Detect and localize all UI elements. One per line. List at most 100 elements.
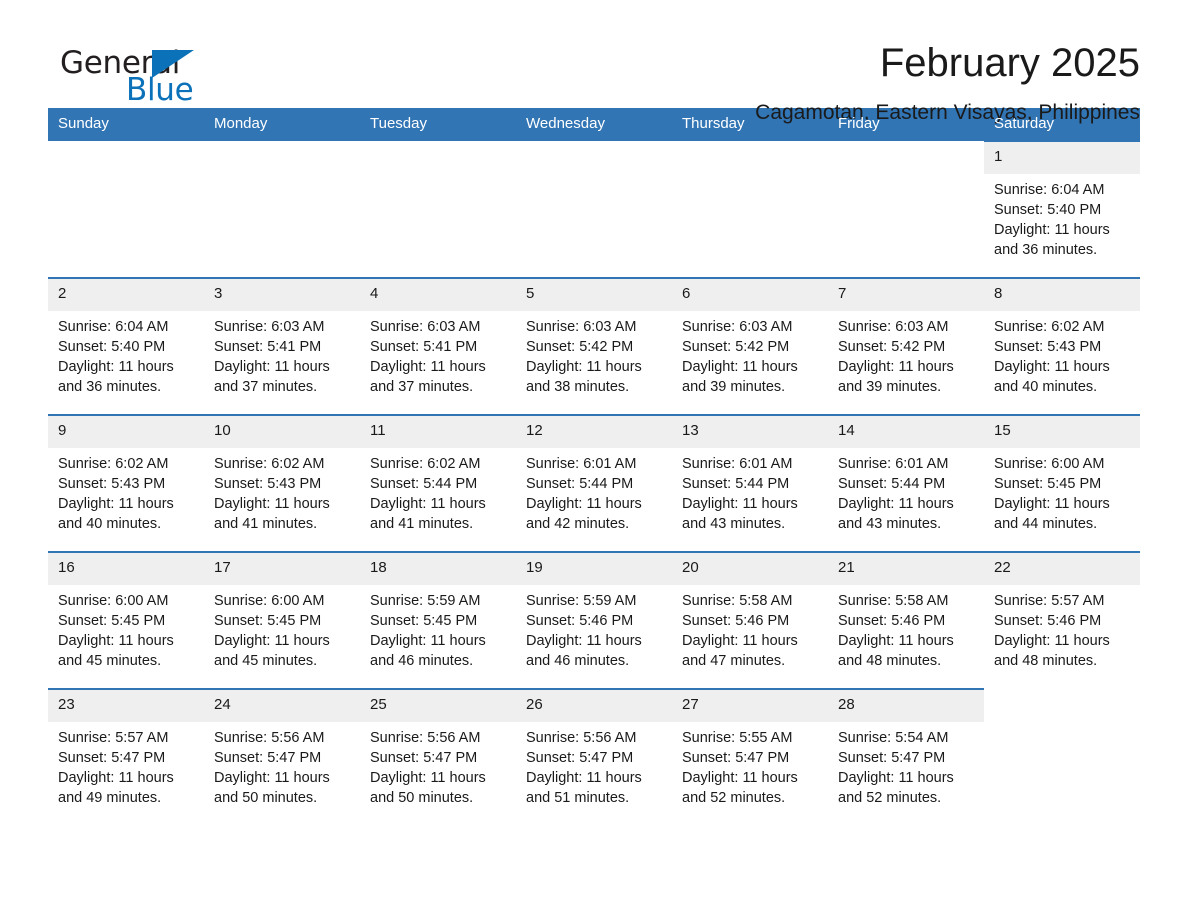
daylight-duration-line2: and 50 minutes. — [370, 790, 474, 806]
daylight-duration-line1: Daylight: 11 hours — [682, 770, 798, 786]
day-number: 24 — [204, 690, 360, 722]
day-number: 8 — [984, 279, 1140, 311]
daylight-duration-line2: and 36 minutes. — [58, 379, 162, 395]
sunrise-time: Sunrise: 6:00 AM — [214, 593, 325, 609]
sunset-time: Sunset: 5:47 PM — [682, 750, 790, 766]
day-number: 20 — [672, 553, 828, 585]
daylight-duration-line1: Daylight: 11 hours — [994, 359, 1110, 375]
calendar-day-cell[interactable]: 4 Sunrise: 6:03 AM Sunset: 5:41 PM Daylight… — [360, 277, 516, 415]
calendar-day-cell[interactable]: 1 Sunrise: 6:04 AM Sunset: 5:40 PM Daylight… — [984, 140, 1140, 278]
daylight-duration-line2: and 52 minutes. — [838, 790, 942, 806]
sunrise-time: Sunrise: 6:02 AM — [58, 456, 169, 472]
sunrise-time: Sunrise: 6:02 AM — [214, 456, 325, 472]
daylight-duration-line2: and 42 minutes. — [526, 516, 630, 532]
day-details: Sunrise: 6:00 AM Sunset: 5:45 PM Daylight:… — [48, 585, 204, 671]
day-number: 4 — [360, 279, 516, 311]
sunset-time: Sunset: 5:44 PM — [526, 476, 634, 492]
sunset-time: Sunset: 5:44 PM — [370, 476, 478, 492]
day-details: Sunrise: 5:59 AM Sunset: 5:46 PM Daylight:… — [516, 585, 672, 671]
sunrise-time: Sunrise: 6:03 AM — [370, 319, 481, 335]
calendar-day-cell[interactable]: 15 Sunrise: 6:00 AM Sunset: 5:45 PM Dayligh… — [984, 414, 1140, 552]
calendar-day-cell[interactable]: 27 Sunrise: 5:55 AM Sunset: 5:47 PM Dayligh… — [672, 688, 828, 825]
day-details: Sunrise: 6:02 AM Sunset: 5:43 PM Daylight:… — [48, 448, 204, 534]
calendar-day-cell[interactable]: 24 Sunrise: 5:56 AM Sunset: 5:47 PM Dayligh… — [204, 688, 360, 825]
daylight-duration-line1: Daylight: 11 hours — [838, 633, 954, 649]
day-details: Sunrise: 6:00 AM Sunset: 5:45 PM Daylight:… — [984, 448, 1140, 534]
daylight-duration-line2: and 49 minutes. — [58, 790, 162, 806]
calendar-day-cell[interactable]: 7 Sunrise: 6:03 AM Sunset: 5:42 PM Daylight… — [828, 277, 984, 415]
sunset-time: Sunset: 5:47 PM — [526, 750, 634, 766]
daylight-duration-line2: and 40 minutes. — [58, 516, 162, 532]
day-number: 5 — [516, 279, 672, 311]
day-details: Sunrise: 6:03 AM Sunset: 5:41 PM Daylight:… — [204, 311, 360, 397]
sunrise-time: Sunrise: 5:56 AM — [526, 730, 637, 746]
sunset-time: Sunset: 5:41 PM — [370, 339, 478, 355]
sunset-time: Sunset: 5:42 PM — [838, 339, 946, 355]
calendar-empty-cell — [204, 141, 360, 278]
calendar-day-cell[interactable]: 12 Sunrise: 6:01 AM Sunset: 5:44 PM Dayligh… — [516, 414, 672, 552]
day-number: 25 — [360, 690, 516, 722]
daylight-duration-line2: and 46 minutes. — [370, 653, 474, 669]
day-details: Sunrise: 6:03 AM Sunset: 5:42 PM Daylight:… — [516, 311, 672, 397]
sunrise-time: Sunrise: 6:03 AM — [526, 319, 637, 335]
day-details: Sunrise: 6:01 AM Sunset: 5:44 PM Daylight:… — [672, 448, 828, 534]
daylight-duration-line2: and 45 minutes. — [58, 653, 162, 669]
calendar-empty-cell — [828, 141, 984, 278]
day-details: Sunrise: 6:01 AM Sunset: 5:44 PM Daylight:… — [828, 448, 984, 534]
calendar-week-row: 2 Sunrise: 6:04 AM Sunset: 5:40 PM Daylight… — [48, 277, 1140, 415]
calendar-day-cell[interactable]: 9 Sunrise: 6:02 AM Sunset: 5:43 PM Daylight… — [48, 414, 204, 552]
day-number: 16 — [48, 553, 204, 585]
calendar-day-cell[interactable]: 13 Sunrise: 6:01 AM Sunset: 5:44 PM Dayligh… — [672, 414, 828, 552]
calendar-day-cell[interactable]: 26 Sunrise: 5:56 AM Sunset: 5:47 PM Dayligh… — [516, 688, 672, 825]
sunrise-sunset-calendar: Sunday Monday Tuesday Wednesday Thursday… — [48, 108, 1140, 825]
day-details: Sunrise: 5:58 AM Sunset: 5:46 PM Daylight:… — [828, 585, 984, 671]
daylight-duration-line2: and 48 minutes. — [994, 653, 1098, 669]
day-number: 10 — [204, 416, 360, 448]
calendar-day-cell[interactable]: 5 Sunrise: 6:03 AM Sunset: 5:42 PM Daylight… — [516, 277, 672, 415]
calendar-week-row: 9 Sunrise: 6:02 AM Sunset: 5:43 PM Daylight… — [48, 414, 1140, 552]
day-details: Sunrise: 5:55 AM Sunset: 5:47 PM Daylight:… — [672, 722, 828, 808]
sunset-time: Sunset: 5:45 PM — [58, 613, 166, 629]
calendar-day-cell[interactable]: 21 Sunrise: 5:58 AM Sunset: 5:46 PM Dayligh… — [828, 551, 984, 689]
calendar-day-cell[interactable]: 23 Sunrise: 5:57 AM Sunset: 5:47 PM Dayligh… — [48, 688, 204, 825]
sunrise-time: Sunrise: 6:02 AM — [994, 319, 1105, 335]
calendar-day-cell[interactable]: 8 Sunrise: 6:02 AM Sunset: 5:43 PM Daylight… — [984, 277, 1140, 415]
calendar-day-cell[interactable]: 11 Sunrise: 6:02 AM Sunset: 5:44 PM Dayligh… — [360, 414, 516, 552]
day-number: 17 — [204, 553, 360, 585]
day-number: 9 — [48, 416, 204, 448]
sunrise-time: Sunrise: 5:54 AM — [838, 730, 949, 746]
sunset-time: Sunset: 5:40 PM — [994, 202, 1102, 218]
calendar-day-cell[interactable]: 16 Sunrise: 6:00 AM Sunset: 5:45 PM Dayligh… — [48, 551, 204, 689]
day-details: Sunrise: 6:04 AM Sunset: 5:40 PM Daylight:… — [984, 174, 1140, 260]
day-number: 7 — [828, 279, 984, 311]
weekday-header-tuesday: Tuesday — [360, 108, 516, 141]
sunset-time: Sunset: 5:45 PM — [214, 613, 322, 629]
calendar-day-cell[interactable]: 3 Sunrise: 6:03 AM Sunset: 5:41 PM Daylight… — [204, 277, 360, 415]
sunrise-time: Sunrise: 6:04 AM — [994, 182, 1105, 198]
daylight-duration-line2: and 39 minutes. — [838, 379, 942, 395]
day-details: Sunrise: 6:04 AM Sunset: 5:40 PM Daylight:… — [48, 311, 204, 397]
daylight-duration-line2: and 50 minutes. — [214, 790, 318, 806]
sunset-time: Sunset: 5:46 PM — [682, 613, 790, 629]
weekday-header-monday: Monday — [204, 108, 360, 141]
day-number — [360, 141, 516, 173]
calendar-day-cell[interactable]: 10 Sunrise: 6:02 AM Sunset: 5:43 PM Dayligh… — [204, 414, 360, 552]
sunrise-time: Sunrise: 5:56 AM — [370, 730, 481, 746]
calendar-day-cell[interactable]: 22 Sunrise: 5:57 AM Sunset: 5:46 PM Dayligh… — [984, 551, 1140, 689]
daylight-duration-line2: and 41 minutes. — [214, 516, 318, 532]
calendar-day-cell[interactable]: 20 Sunrise: 5:58 AM Sunset: 5:46 PM Dayligh… — [672, 551, 828, 689]
day-details: Sunrise: 5:56 AM Sunset: 5:47 PM Daylight:… — [204, 722, 360, 808]
daylight-duration-line2: and 39 minutes. — [682, 379, 786, 395]
daylight-duration-line2: and 45 minutes. — [214, 653, 318, 669]
daylight-duration-line2: and 44 minutes. — [994, 516, 1098, 532]
calendar-day-cell[interactable]: 25 Sunrise: 5:56 AM Sunset: 5:47 PM Dayligh… — [360, 688, 516, 825]
calendar-day-cell[interactable]: 18 Sunrise: 5:59 AM Sunset: 5:45 PM Dayligh… — [360, 551, 516, 689]
logo-text-blue: Blue — [126, 72, 194, 108]
calendar-day-cell[interactable]: 14 Sunrise: 6:01 AM Sunset: 5:44 PM Dayligh… — [828, 414, 984, 552]
calendar-day-cell[interactable]: 17 Sunrise: 6:00 AM Sunset: 5:45 PM Dayligh… — [204, 551, 360, 689]
daylight-duration-line1: Daylight: 11 hours — [682, 633, 798, 649]
calendar-day-cell[interactable]: 28 Sunrise: 5:54 AM Sunset: 5:47 PM Dayligh… — [828, 688, 984, 825]
calendar-day-cell[interactable]: 6 Sunrise: 6:03 AM Sunset: 5:42 PM Daylight… — [672, 277, 828, 415]
calendar-day-cell[interactable]: 19 Sunrise: 5:59 AM Sunset: 5:46 PM Dayligh… — [516, 551, 672, 689]
calendar-day-cell[interactable]: 2 Sunrise: 6:04 AM Sunset: 5:40 PM Daylight… — [48, 277, 204, 415]
